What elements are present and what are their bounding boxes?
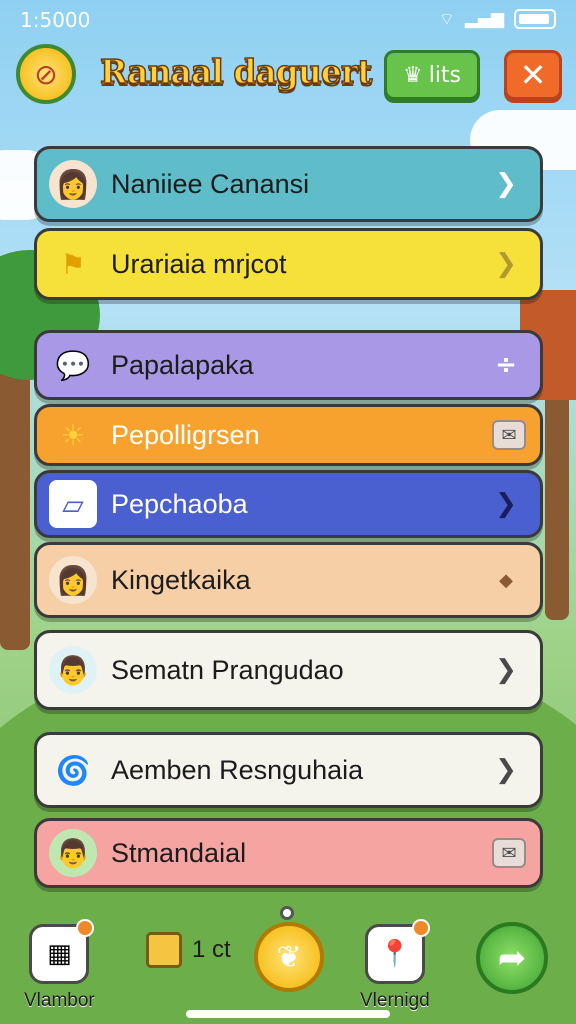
- list-item[interactable]: 👨 Stmandaial ✉: [34, 818, 543, 888]
- notification-badge: [76, 919, 95, 937]
- mail-icon: ✉: [492, 420, 526, 450]
- battery-icon: [514, 9, 556, 29]
- grid-icon: ▦: [29, 919, 95, 984]
- list-item[interactable]: 👩 Naniiee Canansi ❯: [34, 146, 543, 222]
- list-item-label: Urariaia mrjcot: [111, 248, 287, 279]
- lits-label: lits: [428, 62, 462, 88]
- chevron-right-icon: ❯: [495, 169, 517, 199]
- list-item-label: Stmandaial: [111, 837, 247, 868]
- page-indicator-dot: [280, 906, 294, 920]
- status-icons: ⌔ ▂▄▆: [439, 9, 556, 30]
- nav-item-vlernigd[interactable]: 📍 Vlernigd: [360, 919, 430, 1012]
- close-button[interactable]: ✕: [504, 50, 562, 100]
- cube-icon: [146, 932, 182, 968]
- list-item-label: Naniiee Canansi: [111, 168, 310, 199]
- lits-button[interactable]: ♛ lits: [384, 50, 480, 100]
- cube-count: 1 ct: [192, 936, 231, 963]
- bottom-nav: ▦ Vlambor 1 ct ❦ 📍 Vlernigd ➦: [0, 906, 576, 1024]
- list-item-label: Pepolligrsen: [111, 419, 260, 450]
- list-item-label: Kingetkaika: [111, 564, 251, 595]
- avatar-icon: 👩: [49, 556, 97, 604]
- chat-icon: 💬: [55, 348, 91, 382]
- avatar-icon: 👨: [49, 646, 97, 694]
- crown-icon: ♛: [402, 62, 423, 88]
- nav-item-vlambor[interactable]: ▦ Vlambor: [24, 919, 95, 1012]
- arrow-right-icon: ➦: [497, 938, 527, 978]
- chevron-right-icon: ❯: [495, 655, 517, 685]
- list-item[interactable]: ⚑ Urariaia mrjcot ❯: [34, 228, 543, 300]
- chevron-right-icon: ❯: [495, 489, 517, 519]
- chevron-right-icon: ❯: [495, 249, 517, 279]
- sun-icon: ☀: [60, 418, 86, 452]
- list-item-label: Papalapaka: [111, 349, 254, 380]
- center-action-button[interactable]: ❦: [254, 922, 324, 992]
- pin-icon: 📍: [364, 919, 430, 984]
- header: ⊘ Ranaal daguert ♛ lits ✕: [0, 44, 576, 108]
- mail-icon: ✉: [492, 838, 526, 868]
- avatar-icon: 👨: [49, 829, 97, 877]
- notification-badge: [411, 919, 430, 937]
- avatar-icon: 👩: [49, 160, 97, 208]
- home-indicator: [186, 1010, 390, 1018]
- status-bar: 1:5000 ⌔ ▂▄▆: [0, 0, 576, 38]
- logo-button[interactable]: ⊘: [16, 44, 76, 104]
- list-item-label: Sematn Prangudao: [111, 654, 344, 685]
- list-item[interactable]: ▱ Pepchaoba ❯: [34, 470, 543, 538]
- swirl-icon: 🌀: [55, 753, 91, 787]
- share-button[interactable]: ➦: [476, 922, 548, 994]
- document-icon: ▱: [49, 480, 97, 528]
- list-item-label: Aemben Resnguhaia: [111, 754, 364, 785]
- divide-icon: ÷: [495, 350, 517, 380]
- list-item-label: Pepchaoba: [111, 488, 248, 519]
- chevron-right-icon: ❯: [495, 755, 517, 785]
- flag-icon: ⚑: [60, 247, 86, 281]
- signal-icon: ▂▄▆: [464, 9, 504, 29]
- wing-icon: ❦: [276, 939, 302, 975]
- list-item[interactable]: ☀ Pepolligrsen ✉: [34, 404, 543, 466]
- list-item[interactable]: 👩 Kingetkaika ◆: [34, 542, 543, 618]
- status-time: 1:5000: [20, 8, 91, 32]
- nav-label: Vlambor: [24, 990, 95, 1011]
- close-icon: ✕: [519, 56, 547, 94]
- list-item[interactable]: 💬 Papalapaka ÷: [34, 330, 543, 400]
- list-item[interactable]: 👨 Sematn Prangudao ❯: [34, 630, 543, 710]
- no-entry-icon: ⊘: [34, 57, 58, 91]
- diamond-icon: ◆: [499, 569, 513, 591]
- list-item[interactable]: 🌀 Aemben Resnguhaia ❯: [34, 732, 543, 808]
- nav-label: Vlernigd: [360, 990, 430, 1011]
- page-title: Ranaal daguert: [99, 51, 373, 92]
- wifi-icon: ⌔: [438, 10, 455, 30]
- cube-counter: 1 ct: [146, 932, 231, 968]
